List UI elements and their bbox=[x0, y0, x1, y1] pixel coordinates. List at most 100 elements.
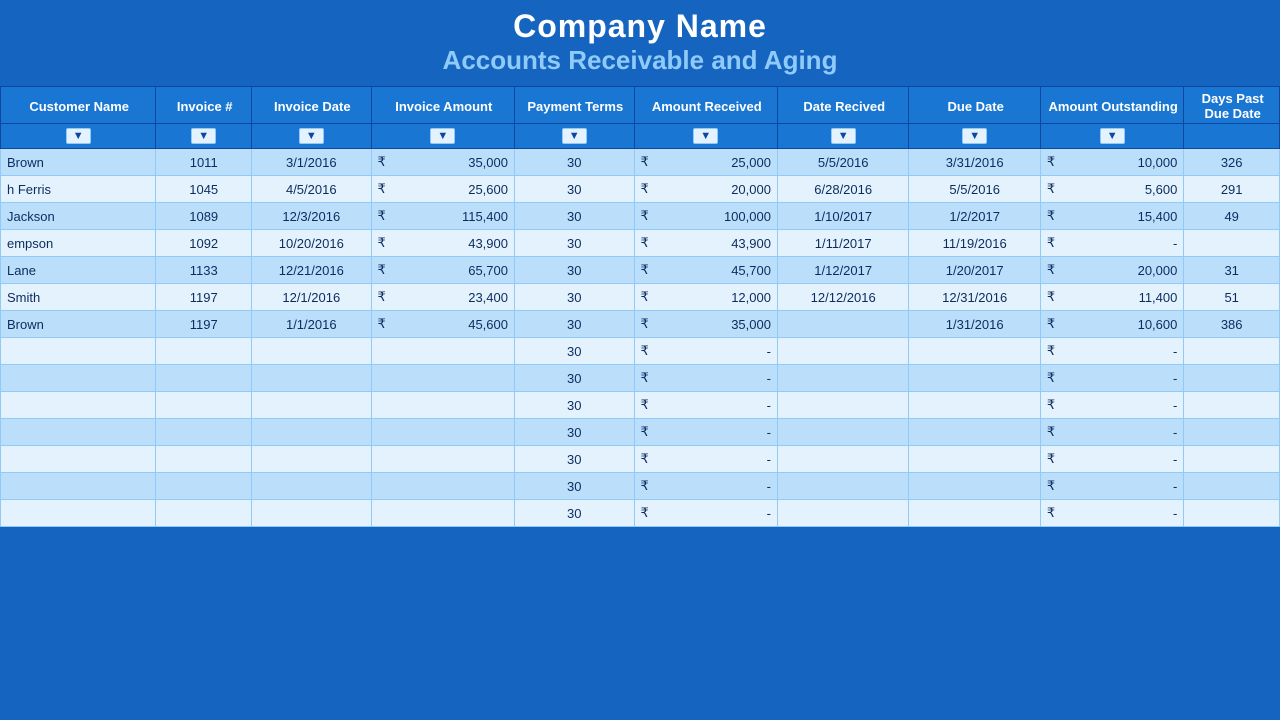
cell-invoice-num bbox=[156, 473, 252, 500]
cell-invoice-num bbox=[156, 446, 252, 473]
cell-invoice-num: 1092 bbox=[156, 230, 252, 257]
cell-invoice-amount bbox=[371, 365, 514, 392]
cell-invoice-amount bbox=[371, 473, 514, 500]
cell-date-received bbox=[777, 473, 908, 500]
filter-date-received[interactable]: ▼ bbox=[777, 124, 908, 149]
cell-due-date: 1/31/2016 bbox=[909, 311, 1040, 338]
col-header-invoice-amount: Invoice Amount bbox=[371, 87, 514, 124]
cell-invoice-date: 3/1/2016 bbox=[252, 149, 372, 176]
cell-invoice-date: 12/21/2016 bbox=[252, 257, 372, 284]
cell-customer: Brown bbox=[1, 149, 156, 176]
cell-amount-outstanding: ₹- bbox=[1040, 419, 1183, 446]
cell-date-received: 6/28/2016 bbox=[777, 176, 908, 203]
cell-invoice-date bbox=[252, 419, 372, 446]
table-row: 30₹-₹- bbox=[1, 365, 1280, 392]
cell-invoice-amount: ₹25,600 bbox=[371, 176, 514, 203]
filter-due-date-btn[interactable]: ▼ bbox=[962, 128, 987, 144]
cell-amount-received: ₹45,700 bbox=[634, 257, 777, 284]
cell-amount-outstanding: ₹15,400 bbox=[1040, 203, 1183, 230]
cell-date-received: 1/11/2017 bbox=[777, 230, 908, 257]
cell-invoice-amount: ₹45,600 bbox=[371, 311, 514, 338]
cell-due-date: 11/19/2016 bbox=[909, 230, 1040, 257]
filter-customer-btn[interactable]: ▼ bbox=[66, 128, 91, 144]
cell-days-due bbox=[1184, 230, 1280, 257]
cell-invoice-amount: ₹35,000 bbox=[371, 149, 514, 176]
cell-amount-received: ₹- bbox=[634, 419, 777, 446]
cell-customer: Jackson bbox=[1, 203, 156, 230]
cell-days-due bbox=[1184, 473, 1280, 500]
filter-invoice-date-btn[interactable]: ▼ bbox=[299, 128, 324, 144]
filter-payment-terms[interactable]: ▼ bbox=[514, 124, 634, 149]
table-row: 30₹-₹- bbox=[1, 500, 1280, 527]
cell-payment-terms: 30 bbox=[514, 473, 634, 500]
cell-invoice-num bbox=[156, 392, 252, 419]
cell-date-received: 1/10/2017 bbox=[777, 203, 908, 230]
cell-amount-received: ₹- bbox=[634, 365, 777, 392]
cell-date-received: 5/5/2016 bbox=[777, 149, 908, 176]
cell-invoice-amount bbox=[371, 338, 514, 365]
table-row: empson109210/20/2016₹43,90030₹43,9001/11… bbox=[1, 230, 1280, 257]
cell-due-date: 1/20/2017 bbox=[909, 257, 1040, 284]
cell-amount-outstanding: ₹- bbox=[1040, 392, 1183, 419]
cell-invoice-date bbox=[252, 500, 372, 527]
filter-amount-received[interactable]: ▼ bbox=[634, 124, 777, 149]
cell-invoice-num: 1045 bbox=[156, 176, 252, 203]
cell-payment-terms: 30 bbox=[514, 257, 634, 284]
cell-amount-outstanding: ₹11,400 bbox=[1040, 284, 1183, 311]
col-header-payment-terms: Payment Terms bbox=[514, 87, 634, 124]
cell-invoice-date bbox=[252, 338, 372, 365]
filter-invoice-amount-btn[interactable]: ▼ bbox=[430, 128, 455, 144]
filter-date-received-btn[interactable]: ▼ bbox=[831, 128, 856, 144]
filter-invoice-num-btn[interactable]: ▼ bbox=[191, 128, 216, 144]
filter-invoice-date[interactable]: ▼ bbox=[252, 124, 372, 149]
col-header-due-date: Due Date bbox=[909, 87, 1040, 124]
cell-customer: Brown bbox=[1, 311, 156, 338]
filter-amount-received-btn[interactable]: ▼ bbox=[693, 128, 718, 144]
cell-invoice-date: 12/1/2016 bbox=[252, 284, 372, 311]
cell-invoice-date: 10/20/2016 bbox=[252, 230, 372, 257]
cell-days-due: 386 bbox=[1184, 311, 1280, 338]
filter-customer[interactable]: ▼ bbox=[1, 124, 156, 149]
cell-date-received bbox=[777, 446, 908, 473]
cell-invoice-date bbox=[252, 365, 372, 392]
cell-invoice-num: 1011 bbox=[156, 149, 252, 176]
cell-amount-received: ₹- bbox=[634, 392, 777, 419]
cell-due-date bbox=[909, 500, 1040, 527]
cell-due-date bbox=[909, 473, 1040, 500]
cell-due-date: 12/31/2016 bbox=[909, 284, 1040, 311]
cell-invoice-amount bbox=[371, 500, 514, 527]
cell-days-due: 51 bbox=[1184, 284, 1280, 311]
filter-days-due bbox=[1184, 124, 1280, 149]
subtitle: Accounts Receivable and Aging bbox=[0, 45, 1280, 82]
cell-customer bbox=[1, 473, 156, 500]
cell-payment-terms: 30 bbox=[514, 392, 634, 419]
table-row: 30₹-₹- bbox=[1, 392, 1280, 419]
cell-customer: Lane bbox=[1, 257, 156, 284]
cell-invoice-amount bbox=[371, 392, 514, 419]
cell-amount-outstanding: ₹- bbox=[1040, 500, 1183, 527]
cell-payment-terms: 30 bbox=[514, 311, 634, 338]
cell-invoice-amount bbox=[371, 419, 514, 446]
cell-invoice-amount: ₹43,900 bbox=[371, 230, 514, 257]
cell-amount-received: ₹- bbox=[634, 500, 777, 527]
cell-payment-terms: 30 bbox=[514, 176, 634, 203]
cell-payment-terms: 30 bbox=[514, 338, 634, 365]
cell-amount-outstanding: ₹- bbox=[1040, 338, 1183, 365]
cell-customer: h Ferris bbox=[1, 176, 156, 203]
filter-due-date[interactable]: ▼ bbox=[909, 124, 1040, 149]
cell-customer bbox=[1, 365, 156, 392]
table-row: 30₹-₹- bbox=[1, 419, 1280, 446]
filter-invoice-num[interactable]: ▼ bbox=[156, 124, 252, 149]
filter-invoice-amount[interactable]: ▼ bbox=[371, 124, 514, 149]
cell-customer: Smith bbox=[1, 284, 156, 311]
filter-payment-terms-btn[interactable]: ▼ bbox=[562, 128, 587, 144]
col-header-days-due: Days Past Due Date bbox=[1184, 87, 1280, 124]
filter-amount-outstanding[interactable]: ▼ bbox=[1040, 124, 1183, 149]
cell-payment-terms: 30 bbox=[514, 419, 634, 446]
cell-invoice-num bbox=[156, 419, 252, 446]
table-row: 30₹-₹- bbox=[1, 446, 1280, 473]
cell-amount-received: ₹20,000 bbox=[634, 176, 777, 203]
table-row: h Ferris10454/5/2016₹25,60030₹20,0006/28… bbox=[1, 176, 1280, 203]
cell-invoice-date: 12/3/2016 bbox=[252, 203, 372, 230]
filter-amount-outstanding-btn[interactable]: ▼ bbox=[1100, 128, 1125, 144]
